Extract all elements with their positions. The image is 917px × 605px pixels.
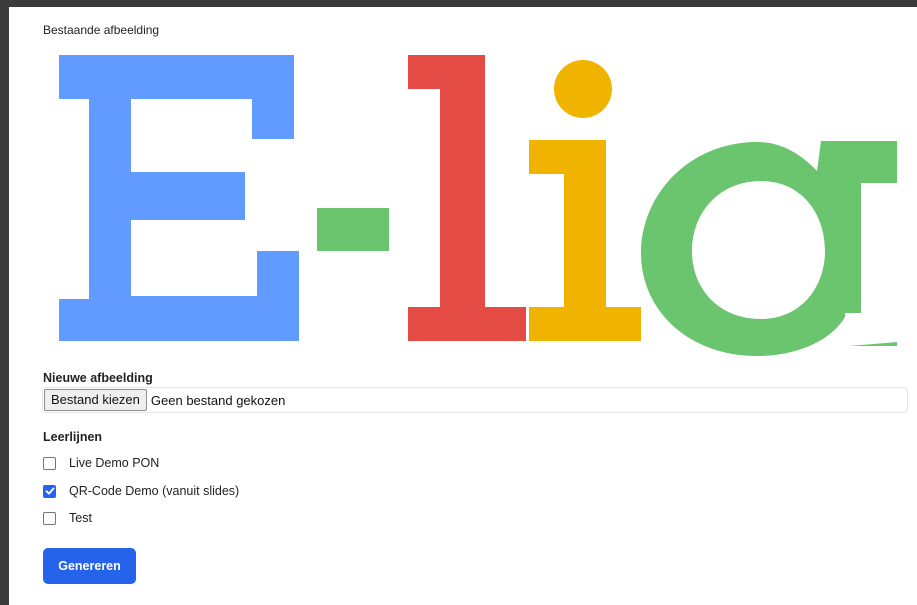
logo-letter-a bbox=[641, 141, 897, 356]
track-item-live-demo-pon[interactable]: Live Demo PON bbox=[43, 456, 159, 470]
tracks-label: Leerlijnen bbox=[43, 430, 103, 444]
existing-image-logo bbox=[59, 55, 897, 356]
choose-file-button[interactable]: Bestand kiezen bbox=[44, 389, 147, 411]
logo-dash bbox=[317, 208, 389, 251]
checkbox-qr-code-demo[interactable] bbox=[43, 484, 56, 498]
file-input[interactable]: Bestand kiezen Geen bestand gekozen bbox=[42, 387, 908, 413]
track-label: Test bbox=[69, 511, 92, 525]
checkbox-live-demo-pon[interactable] bbox=[43, 456, 56, 470]
logo-letter-e bbox=[59, 55, 299, 341]
logo-letter-i bbox=[529, 140, 641, 341]
new-image-label: Nieuwe afbeelding bbox=[43, 371, 153, 385]
form-panel: Bestaande afbeelding Nieuwe afbeelding B… bbox=[9, 7, 917, 605]
track-label: Live Demo PON bbox=[69, 456, 160, 470]
track-item-test[interactable]: Test bbox=[43, 511, 92, 525]
generate-button[interactable]: Genereren bbox=[43, 548, 136, 584]
existing-image-label: Bestaande afbeelding bbox=[43, 23, 160, 37]
track-label: QR-Code Demo (vanuit slides) bbox=[69, 484, 240, 498]
file-status-text: Geen bestand gekozen bbox=[150, 392, 286, 408]
track-item-qr-code-demo[interactable]: QR-Code Demo (vanuit slides) bbox=[43, 484, 239, 498]
logo-letter-l bbox=[408, 55, 526, 341]
checkmark-icon bbox=[45, 487, 54, 495]
checkbox-test[interactable] bbox=[43, 511, 56, 525]
logo-letter-i-dot bbox=[554, 60, 612, 118]
